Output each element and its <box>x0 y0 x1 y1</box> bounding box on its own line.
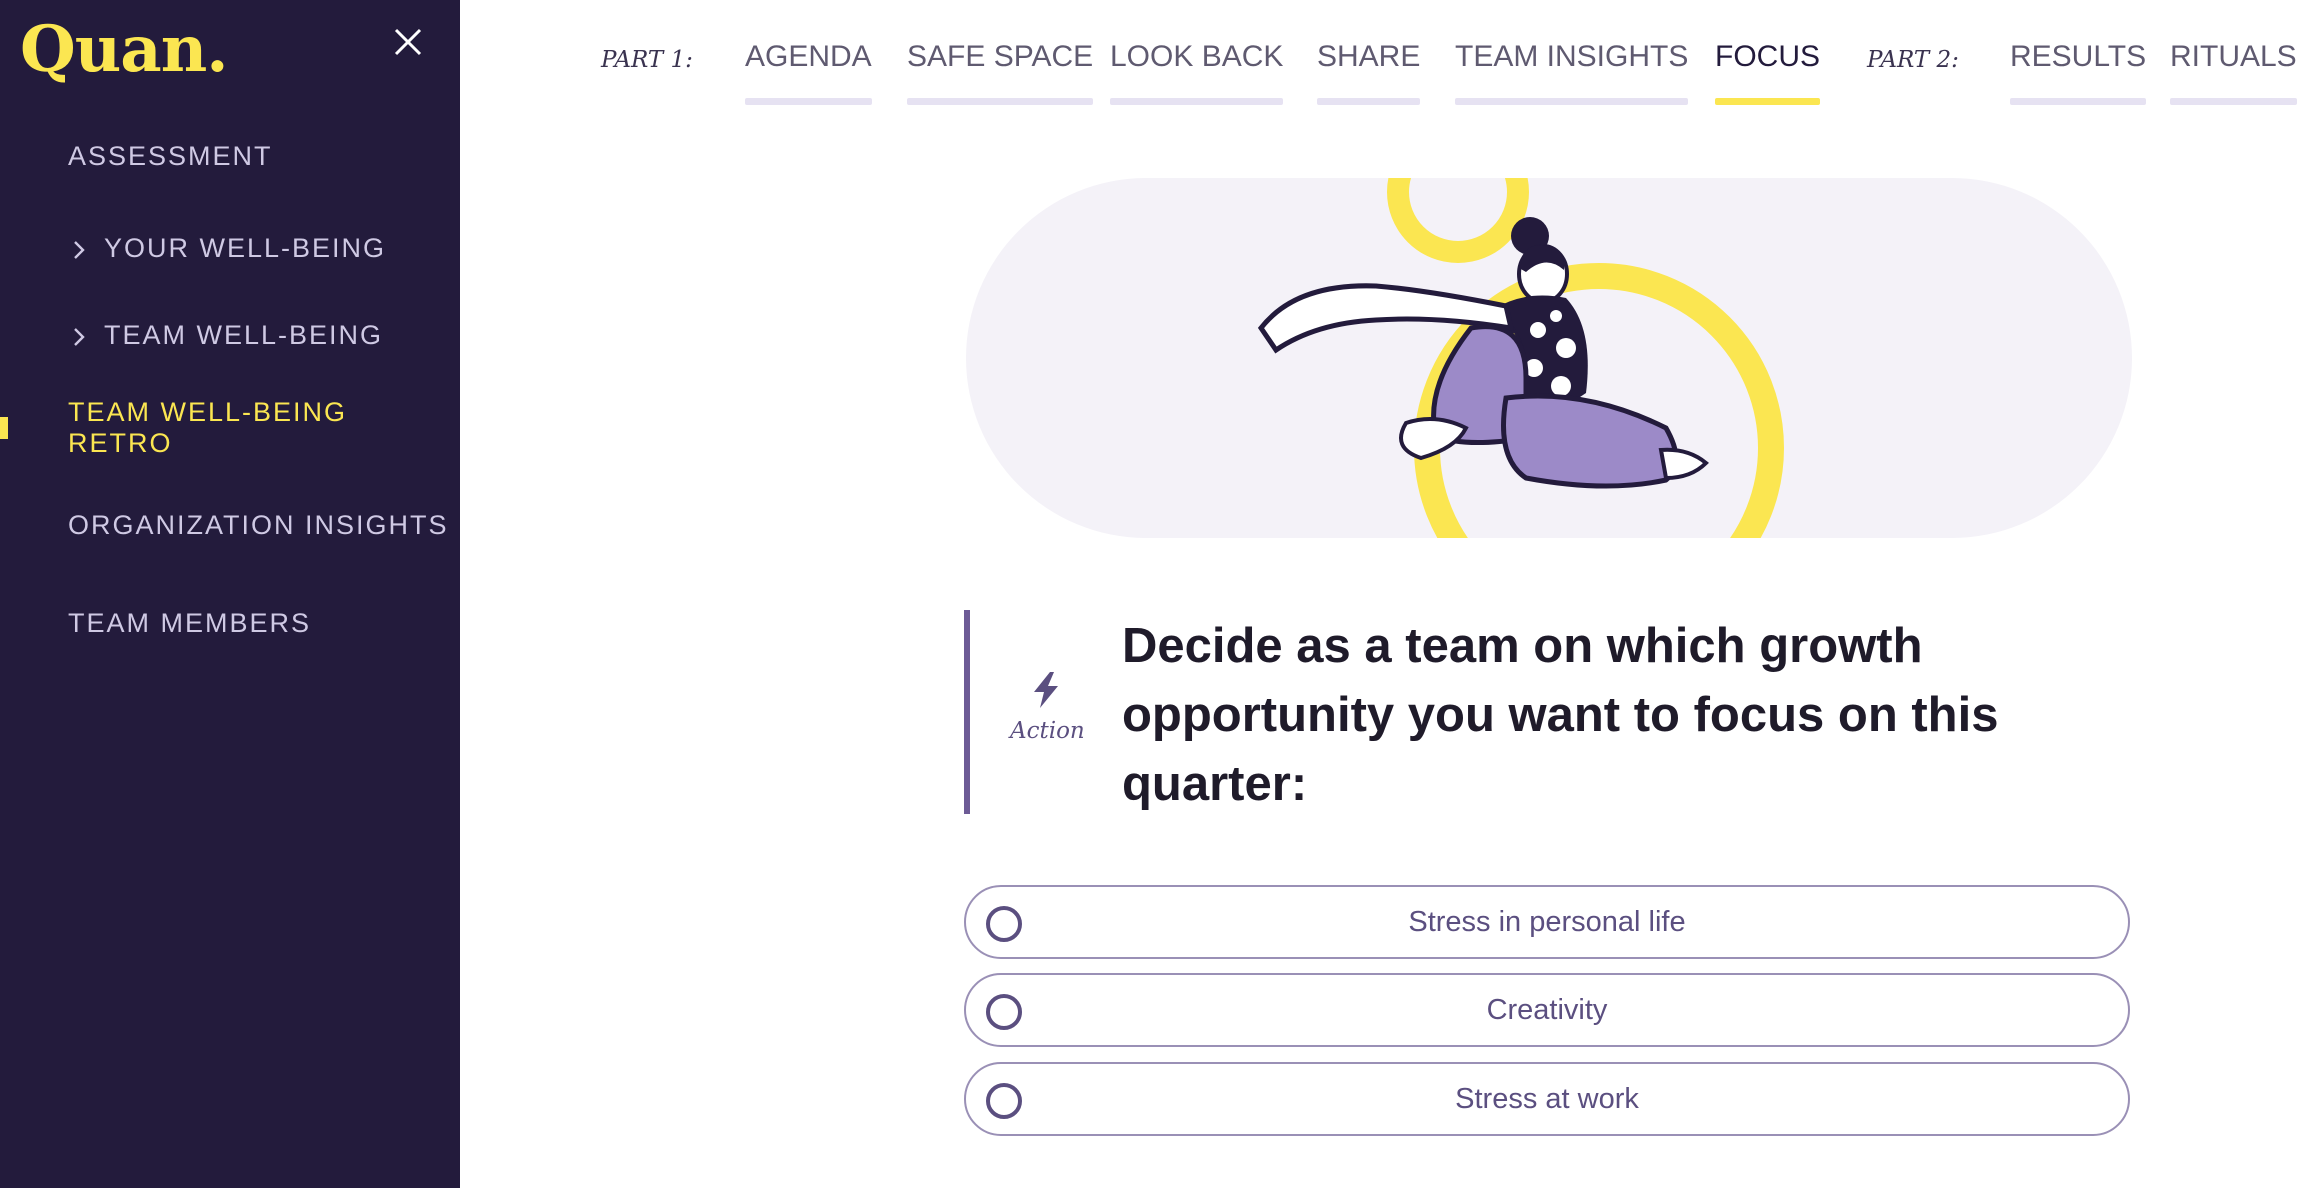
hero-illustration-banner <box>966 178 2132 538</box>
tab-underline <box>1110 98 1284 105</box>
tab-underline <box>907 98 1094 105</box>
option-label: Creativity <box>1486 994 1608 1026</box>
tab-underline <box>2010 98 2147 105</box>
tab-underline <box>745 98 872 105</box>
sidebar-item-assessment[interactable]: ASSESSMENT <box>0 126 460 186</box>
action-accent-bar <box>964 610 970 814</box>
tab-label: RESULTS <box>2010 40 2147 73</box>
sidebar-item-label: ORGANIZATION INSIGHTS <box>68 509 449 540</box>
tab-results[interactable]: RESULTS <box>2010 40 2147 105</box>
tab-label: RITUALS <box>2170 40 2297 73</box>
person-sitting-illustration <box>1257 178 1784 538</box>
tab-label: FOCUS <box>1715 40 1820 73</box>
option-creativity[interactable]: Creativity <box>964 973 2130 1047</box>
close-icon <box>394 28 422 56</box>
tab-rituals[interactable]: RITUALS <box>2170 40 2297 105</box>
part-2-label: PART 2: <box>1867 47 1959 73</box>
tab-share[interactable]: SHARE <box>1317 40 1421 105</box>
tab-underline <box>1455 98 1689 105</box>
chevron-right-icon <box>68 324 90 346</box>
lightning-bolt-icon <box>1034 672 1058 708</box>
tab-label: SHARE <box>1317 40 1421 73</box>
sidebar-item-team-members[interactable]: TEAM MEMBERS <box>0 593 460 653</box>
tab-underline <box>1317 98 1421 105</box>
close-sidebar-button[interactable] <box>388 22 428 62</box>
tab-underline <box>2170 98 2297 105</box>
sidebar-item-label: ASSESSMENT <box>68 140 273 171</box>
option-stress-in-personal-life[interactable]: Stress in personal life <box>964 885 2130 959</box>
sidebar-item-label: TEAM WELL-BEING RETRO <box>68 397 348 458</box>
sidebar-item-label: YOUR WELL-BEING <box>104 232 387 263</box>
retro-steps-nav: PART 1: AGENDA SAFE SPACE LOOK BACK SHAR… <box>460 0 2320 110</box>
action-label: Action <box>1010 718 1085 744</box>
sidebar-item-team-well-being-retro[interactable]: TEAM WELL-BEING RETRO <box>0 397 460 458</box>
tab-label: SAFE SPACE <box>907 40 1094 73</box>
part-1-label: PART 1: <box>601 47 693 73</box>
tab-focus[interactable]: FOCUS <box>1715 40 1820 105</box>
sidebar-item-your-well-being[interactable]: YOUR WELL-BEING <box>0 218 460 278</box>
tab-safe-space[interactable]: SAFE SPACE <box>907 40 1094 105</box>
tab-label: LOOK BACK <box>1110 40 1284 73</box>
option-label: Stress in personal life <box>1408 906 1686 938</box>
option-label: Stress at work <box>1455 1083 1639 1115</box>
sidebar-item-team-well-being[interactable]: TEAM WELL-BEING <box>0 305 460 365</box>
quan-logo[interactable]: Quan. <box>20 12 229 87</box>
tab-team-insights[interactable]: TEAM INSIGHTS <box>1455 40 1689 105</box>
sidebar-item-label: TEAM MEMBERS <box>68 607 312 638</box>
sidebar-item-organization-insights[interactable]: ORGANIZATION INSIGHTS <box>0 495 460 555</box>
chevron-right-icon <box>68 237 90 259</box>
tab-underline <box>1715 98 1820 105</box>
tab-label: TEAM INSIGHTS <box>1455 40 1689 73</box>
action-question: Decide as a team on which growth opportu… <box>1122 619 1999 811</box>
tab-look-back[interactable]: LOOK BACK <box>1110 40 1284 105</box>
option-stress-at-work[interactable]: Stress at work <box>964 1062 2130 1136</box>
tab-agenda[interactable]: AGENDA <box>745 40 872 105</box>
sidebar: Quan. ASSESSMENT YOUR WELL-BEING TEAM WE… <box>0 0 460 1188</box>
sidebar-item-label: TEAM WELL-BEING <box>104 319 384 350</box>
tab-label: AGENDA <box>745 40 872 73</box>
